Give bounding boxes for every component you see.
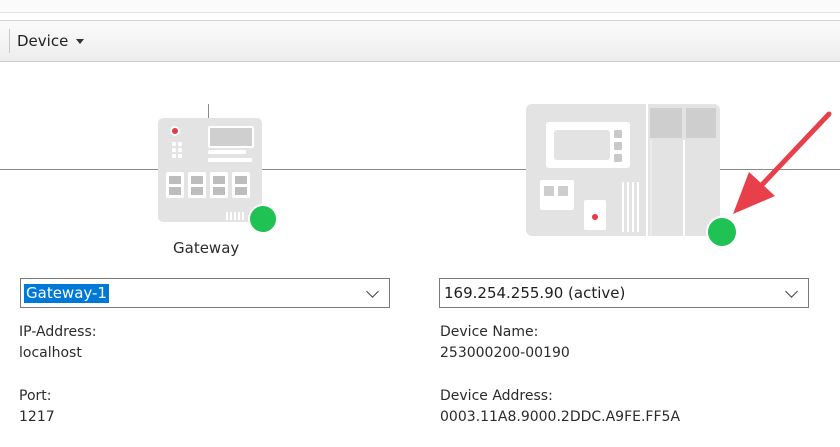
- controller-connector-pin: [544, 186, 554, 196]
- device-address-label: Device Address:: [440, 388, 553, 404]
- controller-module-top: [650, 108, 682, 138]
- gateway-vent: [230, 212, 232, 220]
- device-menu-label: Device: [17, 32, 69, 50]
- controller-screen: [554, 130, 610, 160]
- ip-address-label: IP-Address:: [19, 324, 97, 340]
- controller-divider: [683, 140, 685, 236]
- gateway-label-strip: [208, 158, 252, 162]
- gateway-select[interactable]: Gateway-1: [20, 278, 390, 308]
- controller-divider: [650, 140, 652, 236]
- controller-vent: [622, 182, 624, 232]
- device-name-label: Device Name:: [440, 324, 539, 340]
- toolbar-separator: [9, 29, 10, 53]
- device-name-value: 253000200-00190: [440, 345, 570, 361]
- window-top-strip: [0, 0, 840, 13]
- gateway-vent: [242, 212, 244, 220]
- gateway-ethernet-port: [210, 172, 228, 198]
- gateway-vent: [234, 212, 236, 220]
- gateway-power-led: [170, 126, 180, 136]
- gateway-indicator: [178, 154, 182, 158]
- controller-module-top: [686, 108, 716, 138]
- gateway-indicator: [172, 148, 176, 152]
- gateway-vent: [238, 212, 240, 220]
- controller-power-led: [590, 212, 600, 222]
- gateway-indicator: [172, 154, 176, 158]
- controller-vent: [632, 182, 634, 232]
- controller-device-icon[interactable]: [526, 104, 722, 240]
- device-select-value: 169.254.255.90 (active): [444, 284, 626, 302]
- controller-connector-pin: [558, 186, 568, 196]
- gateway-ethernet-port: [232, 172, 250, 198]
- device-status-online-icon: [706, 216, 738, 248]
- ip-address-value: localhost: [19, 345, 82, 361]
- gateway-indicator: [172, 142, 176, 146]
- device-menu-button[interactable]: Device: [17, 30, 85, 52]
- gateway-select-value: Gateway-1: [24, 284, 109, 303]
- port-label: Port:: [19, 388, 52, 404]
- gateway-connector-line: [208, 104, 209, 118]
- gateway-name: Gateway: [173, 239, 240, 257]
- chevron-down-icon[interactable]: [785, 285, 798, 298]
- controller-button: [614, 154, 622, 162]
- gateway-indicator: [178, 142, 182, 146]
- device-select[interactable]: 169.254.255.90 (active): [439, 278, 809, 308]
- port-value: 1217: [19, 409, 55, 425]
- chevron-down-icon[interactable]: [366, 285, 379, 298]
- gateway-label-strip: [208, 150, 246, 154]
- controller-vent: [627, 182, 629, 232]
- controller-button: [614, 130, 622, 138]
- controller-button: [614, 142, 622, 150]
- gateway-ethernet-port: [188, 172, 206, 198]
- gateway-status-online-icon: [248, 204, 278, 234]
- dropdown-caret-icon: [76, 39, 85, 44]
- annotation-arrow-icon: [733, 111, 832, 214]
- gateway-display: [208, 126, 254, 148]
- gateway-vent: [226, 212, 228, 220]
- device-address-value: 0003.11A8.9000.2DDC.A9FE.FF5A: [440, 409, 681, 425]
- controller-divider: [646, 104, 648, 236]
- toolbar: Device: [0, 20, 840, 62]
- controller-vent: [637, 182, 639, 232]
- gateway-indicator: [178, 148, 182, 152]
- gateway-ethernet-port: [166, 172, 184, 198]
- gateway-device-icon[interactable]: [158, 118, 264, 222]
